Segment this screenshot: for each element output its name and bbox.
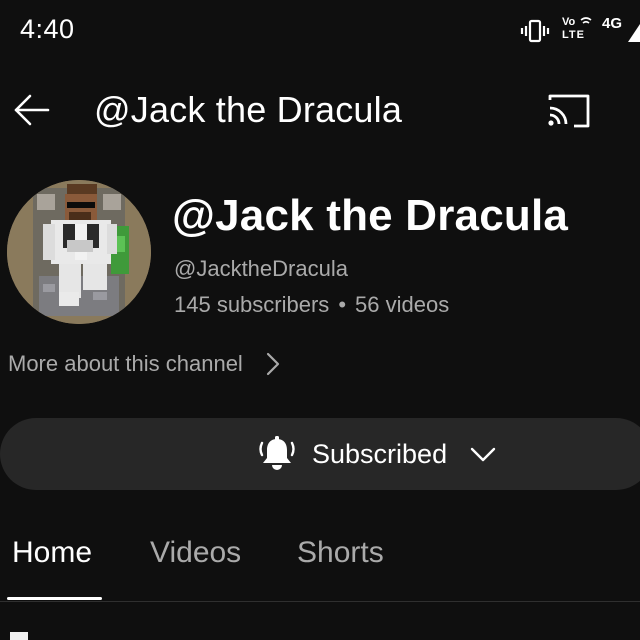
channel-stats: 145 subscribers • 56 videos <box>174 292 449 318</box>
channel-name: @Jack the Dracula <box>172 191 569 240</box>
subscribed-button-content: Subscribed <box>256 418 497 490</box>
cut-off-content <box>10 632 28 640</box>
more-about-label: More about this channel <box>8 351 243 376</box>
active-tab-indicator <box>7 597 102 600</box>
chevron-down-icon <box>470 447 496 462</box>
channel-tabs: Home Videos Shorts <box>0 526 640 602</box>
page-title: @Jack the Dracula <box>94 89 403 130</box>
subscribed-button[interactable]: Subscribed <box>0 418 640 490</box>
signal-icon <box>628 24 640 42</box>
more-about-channel-link[interactable]: More about this channel <box>8 346 283 382</box>
bell-icon <box>259 436 295 470</box>
volte-icon: Vo LTE <box>560 16 594 46</box>
video-count: 56 videos <box>355 292 450 317</box>
stats-separator: • <box>338 292 347 317</box>
chevron-right-icon <box>266 352 279 376</box>
subscribed-label: Subscribed <box>312 438 448 469</box>
back-arrow-icon[interactable] <box>12 90 52 130</box>
tabs-divider <box>0 601 640 602</box>
subscriber-count: 145 subscribers <box>174 292 330 317</box>
avatar-image <box>7 180 151 324</box>
tab-videos[interactable]: Videos <box>150 536 241 570</box>
wifi-calling-icon <box>580 17 592 24</box>
vibrate-icon <box>520 19 550 43</box>
volte-top-label: Vo <box>562 16 576 28</box>
volte-bottom-label: LTE <box>562 29 585 41</box>
cast-icon[interactable] <box>546 92 592 130</box>
channel-handle: @JacktheDracula <box>174 256 348 281</box>
tab-shorts[interactable]: Shorts <box>297 536 384 570</box>
status-time: 4:40 <box>20 14 75 44</box>
status-bar: 4:40 Vo LTE 4G <box>0 0 640 64</box>
network-type-label: 4G <box>602 15 623 32</box>
tab-home[interactable]: Home <box>12 536 92 570</box>
channel-avatar[interactable] <box>7 180 151 324</box>
top-app-bar: @Jack the Dracula <box>0 72 640 148</box>
